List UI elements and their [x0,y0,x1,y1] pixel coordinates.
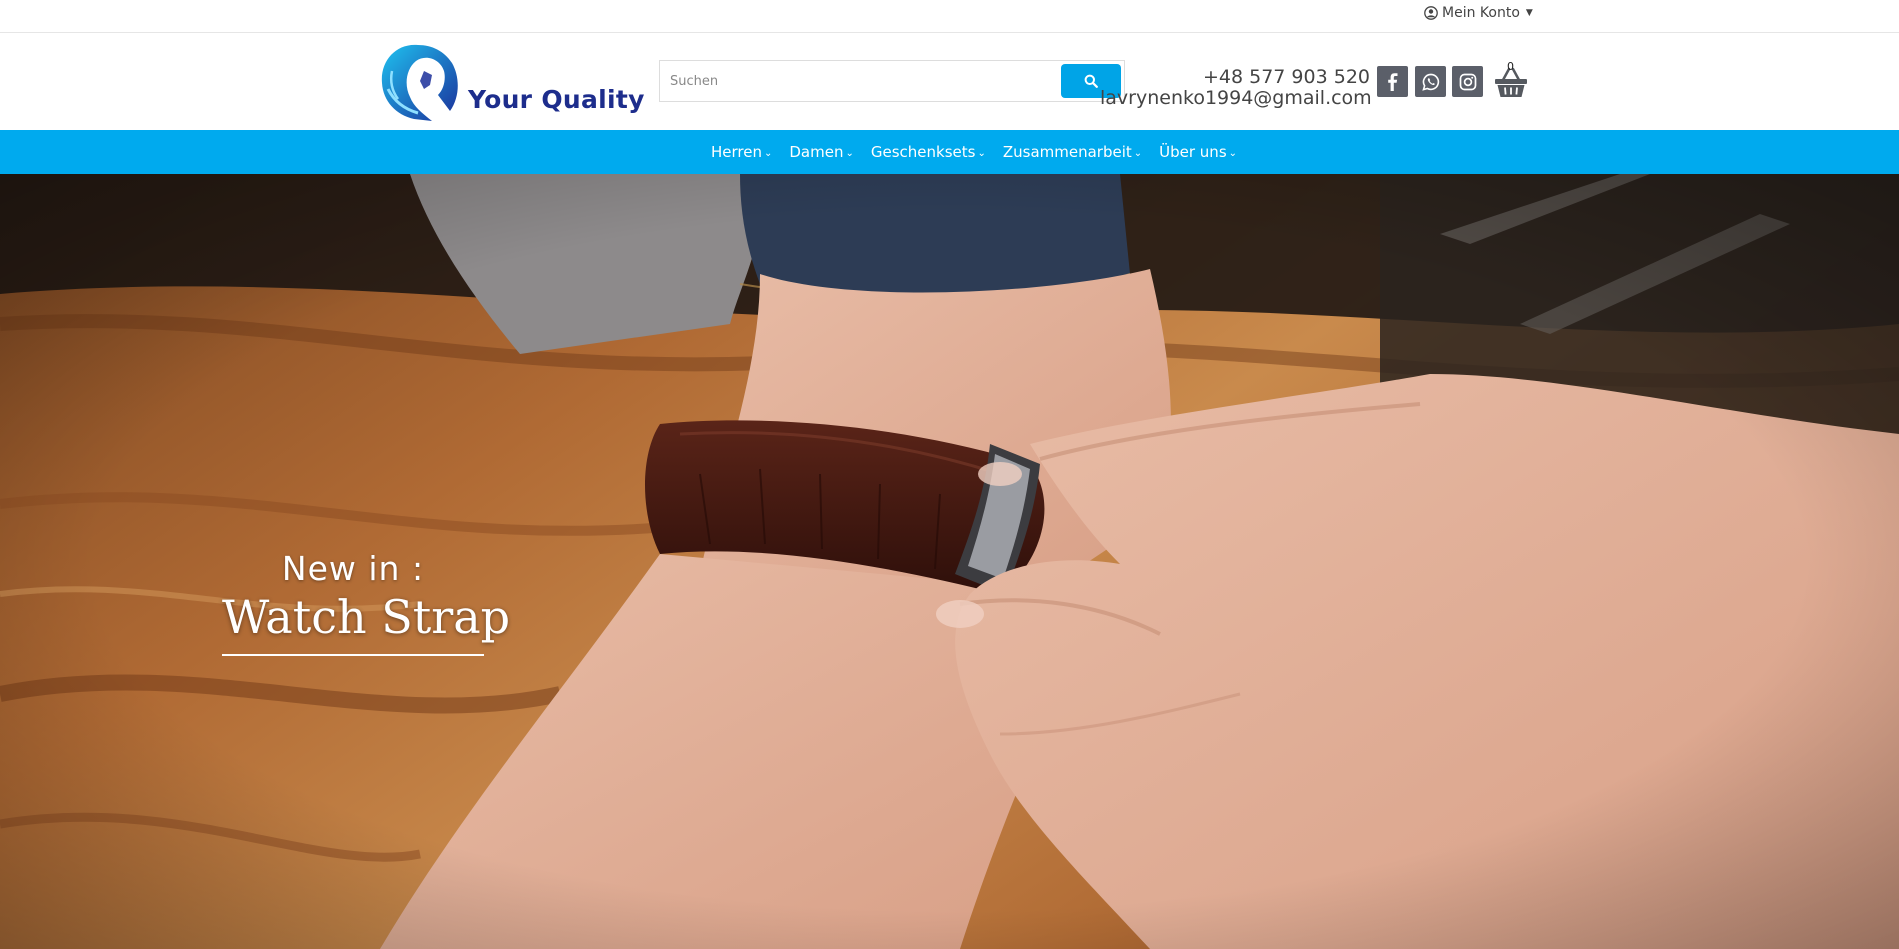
user-circle-icon [1424,6,1438,20]
lion-logo-icon [381,44,458,121]
nav-item-ueber-uns[interactable]: Über uns ⌄ [1159,143,1237,161]
logo-text: Your Quality [468,85,645,114]
facebook-link[interactable] [1377,66,1408,97]
nav-item-herren[interactable]: Herren ⌄ [711,143,772,161]
nav-item-geschenksets[interactable]: Geschenksets ⌄ [871,143,986,161]
hero-underline [222,654,484,656]
whatsapp-icon [1421,73,1439,91]
chevron-down-icon: ⌄ [763,147,773,159]
hero-banner[interactable]: New in : Watch Strap [0,174,1899,949]
search-icon [1084,74,1098,88]
account-menu[interactable]: Mein Konto ▼ [1424,3,1533,23]
nav-item-label: Damen [789,143,844,161]
nav-item-label: Zusammenarbeit [1002,143,1132,161]
caret-down-icon: ▼ [1525,8,1533,18]
cart-button[interactable]: 0 [1493,60,1529,100]
chevron-down-icon: ⌄ [977,147,986,159]
site-logo[interactable]: Your Quality [374,41,650,123]
account-label: Mein Konto [1442,5,1520,21]
hero-title: Watch Strap [222,590,511,644]
instagram-link[interactable] [1452,66,1483,97]
chevron-down-icon: ⌄ [1228,147,1238,159]
hero-kicker: New in : [281,549,425,588]
nav-item-label: Herren [711,143,762,161]
email-address[interactable]: lavrynenko1994@gmail.com [1100,88,1372,109]
cart-count-badge: 0 [1507,60,1514,73]
whatsapp-link[interactable] [1415,66,1446,97]
main-nav: Herren ⌄ Damen ⌄ Geschenksets ⌄ Zusammen… [0,130,1899,174]
site-header: Your Quality +48 577 903 520 lavrynenko1… [0,33,1899,129]
search-input[interactable] [660,61,1060,101]
facebook-icon [1387,72,1397,91]
chevron-down-icon: ⌄ [845,147,854,159]
nav-item-zusammenarbeit[interactable]: Zusammenarbeit ⌄ [1003,143,1142,161]
hero-caption: New in : Watch Strap [222,549,511,656]
instagram-icon [1459,73,1476,90]
contact-info: +48 577 903 520 lavrynenko1994@gmail.com [1100,67,1372,109]
chevron-down-icon: ⌄ [1133,147,1143,159]
nav-item-label: Über uns [1159,143,1227,161]
top-bar: Mein Konto ▼ [0,0,1899,33]
phone-number[interactable]: +48 577 903 520 [1100,67,1370,88]
nav-item-label: Geschenksets [870,143,976,161]
search-box [659,60,1125,102]
nav-item-damen[interactable]: Damen ⌄ [789,143,853,161]
